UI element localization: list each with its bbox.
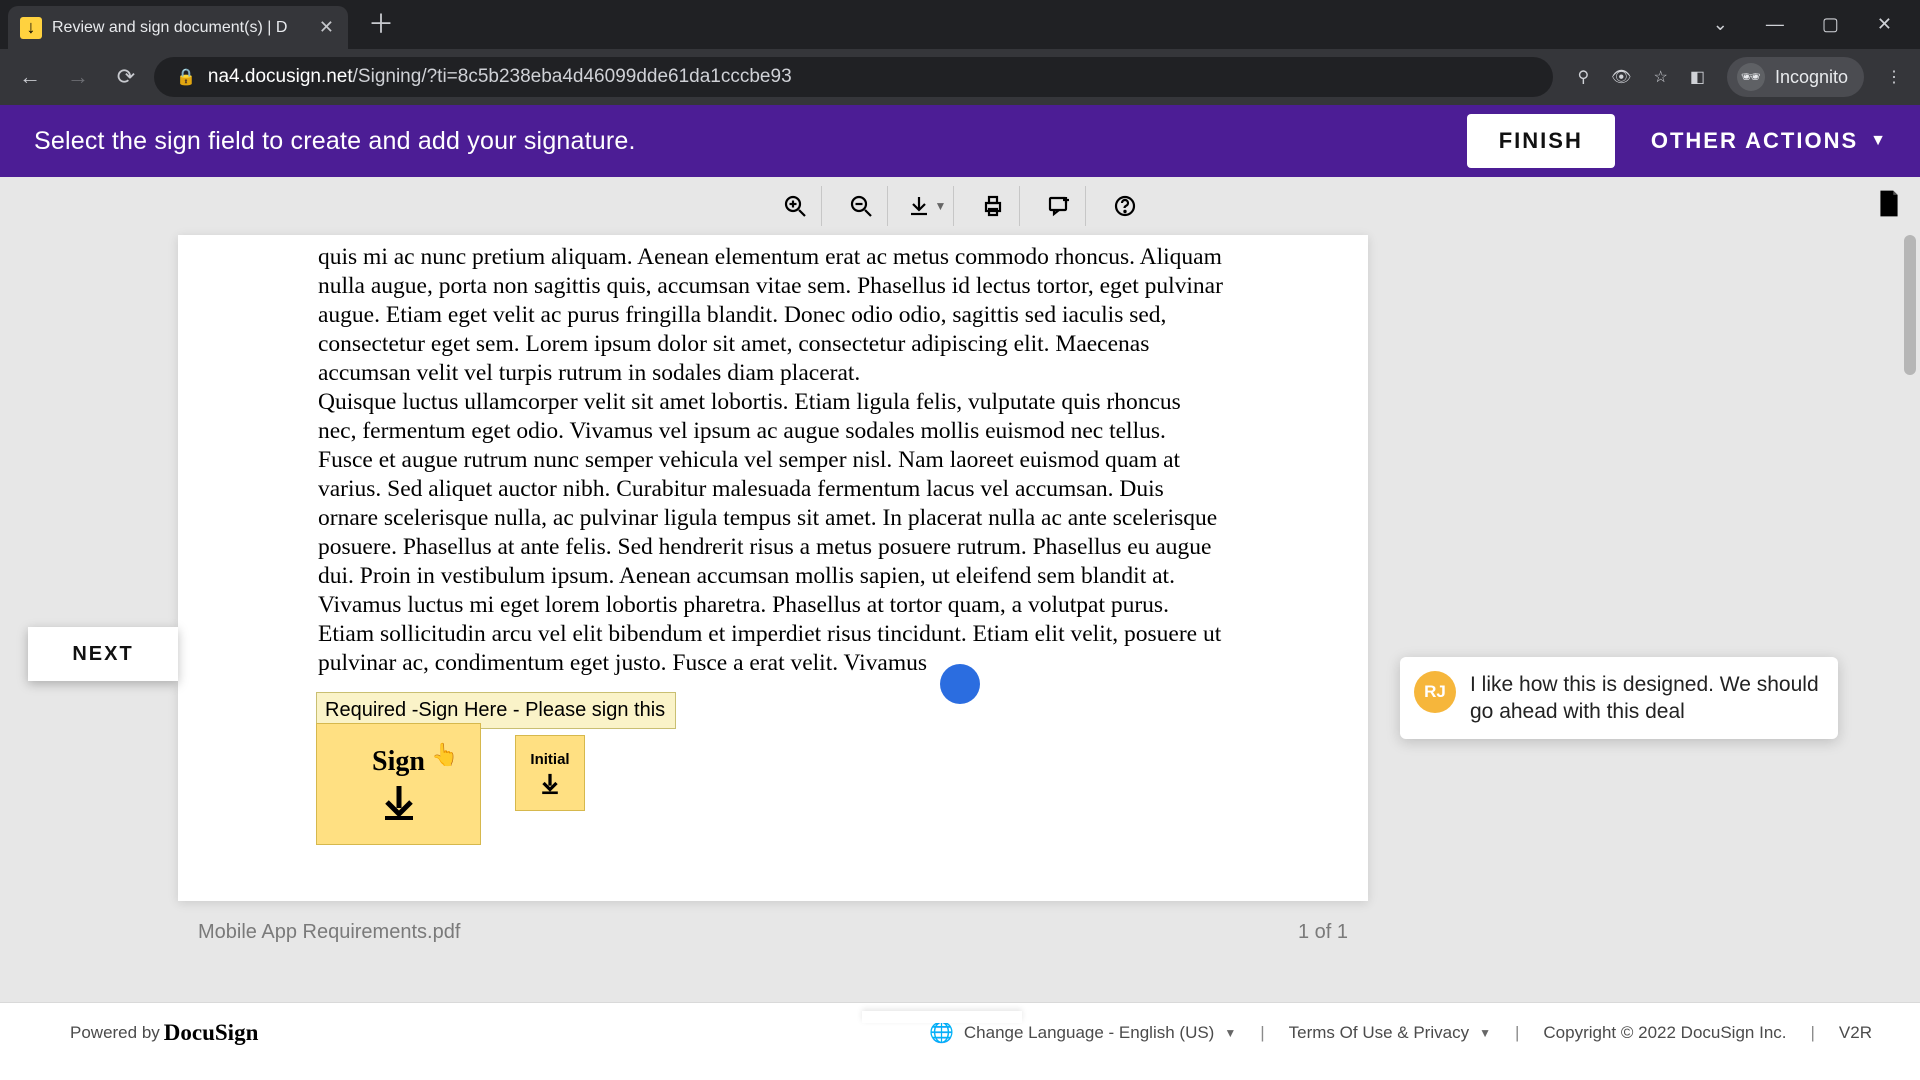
sign-arrow-icon bbox=[379, 782, 419, 822]
other-actions-label: OTHER ACTIONS bbox=[1651, 128, 1858, 154]
comment-icon[interactable] bbox=[1032, 186, 1086, 226]
copyright-label: Copyright © 2022 DocuSign Inc. bbox=[1543, 1023, 1786, 1043]
scrollbar-thumb[interactable] bbox=[1904, 235, 1916, 375]
position-marker bbox=[940, 664, 980, 704]
url-host: na4.docusign.net bbox=[208, 66, 353, 88]
browser-nav-bar: ← → ⟳ 🔒 na4.docusign.net/Signing/?ti=8c5… bbox=[0, 49, 1920, 105]
comment-text: I like how this is designed. We should g… bbox=[1470, 671, 1820, 725]
document-footer: Mobile App Requirements.pdf 1 of 1 bbox=[178, 921, 1368, 944]
action-bar-prompt: Select the sign field to create and add … bbox=[34, 127, 636, 156]
incognito-badge[interactable]: 🕶 Incognito bbox=[1727, 57, 1864, 97]
powered-by: Powered by DocuSign bbox=[70, 1020, 258, 1046]
sign-here-field[interactable]: Sign 👆 bbox=[316, 723, 481, 845]
incognito-label: Incognito bbox=[1775, 67, 1848, 88]
download-icon[interactable]: ▼ bbox=[900, 186, 954, 226]
separator: | bbox=[1805, 1023, 1821, 1043]
pointer-cursor-icon: 👆 bbox=[431, 742, 458, 768]
help-icon[interactable] bbox=[1098, 186, 1152, 226]
next-button[interactable]: NEXT bbox=[28, 627, 178, 681]
comment-avatar: RJ bbox=[1414, 671, 1456, 713]
incognito-icon: 🕶 bbox=[1737, 63, 1765, 91]
chevron-down-icon: ▼ bbox=[1224, 1026, 1236, 1040]
lock-icon: 🔒 bbox=[176, 67, 196, 87]
terms-link[interactable]: Terms Of Use & Privacy ▼ bbox=[1271, 1023, 1509, 1043]
window-controls: ⌄ — ▢ ✕ bbox=[1713, 14, 1920, 49]
next-label: NEXT bbox=[72, 643, 133, 666]
separator: | bbox=[1254, 1023, 1270, 1043]
version-text: V2R bbox=[1821, 1023, 1890, 1043]
language-label: Change Language - English (US) bbox=[964, 1023, 1214, 1043]
powered-by-label: Powered by bbox=[70, 1023, 160, 1043]
document-canvas: quis mi ac nunc pretium aliquam. Aenean … bbox=[0, 235, 1920, 1002]
close-window-icon[interactable]: ✕ bbox=[1877, 14, 1892, 35]
change-language-link[interactable]: 🌐 Change Language - English (US) ▼ bbox=[911, 1020, 1254, 1045]
signing-action-bar: Select the sign field to create and add … bbox=[0, 105, 1920, 177]
bookmark-icon[interactable]: ☆ bbox=[1653, 67, 1667, 87]
browser-tab[interactable]: ↓ Review and sign document(s) | D ✕ bbox=[8, 6, 348, 49]
brand-name: DocuSign bbox=[164, 1020, 259, 1046]
chevron-down-icon: ▼ bbox=[1870, 132, 1888, 150]
panel-icon[interactable]: ◧ bbox=[1690, 67, 1705, 87]
comment-bubble[interactable]: RJ I like how this is designed. We shoul… bbox=[1400, 657, 1838, 739]
other-actions-menu[interactable]: OTHER ACTIONS ▼ bbox=[1651, 128, 1888, 154]
address-bar[interactable]: 🔒 na4.docusign.net/Signing/?ti=8c5b238eb… bbox=[154, 57, 1553, 97]
translate-icon[interactable]: ⚲ bbox=[1577, 67, 1589, 87]
zoom-out-icon[interactable] bbox=[834, 186, 888, 226]
tab-favicon: ↓ bbox=[20, 17, 42, 39]
terms-label: Terms Of Use & Privacy bbox=[1289, 1023, 1469, 1043]
document-filename: Mobile App Requirements.pdf bbox=[198, 921, 460, 944]
tab-title: Review and sign document(s) | D bbox=[52, 19, 309, 37]
print-icon[interactable] bbox=[966, 186, 1020, 226]
finish-button[interactable]: FINISH bbox=[1467, 114, 1615, 168]
url-path: /Signing/?ti=8c5b238eba4d46099dde61da1cc… bbox=[353, 66, 792, 88]
bottom-finish-peek bbox=[862, 1011, 1022, 1023]
globe-icon: 🌐 bbox=[929, 1020, 954, 1045]
reload-button[interactable]: ⟳ bbox=[106, 57, 146, 97]
kebab-menu-icon[interactable]: ⋮ bbox=[1886, 67, 1902, 87]
initial-label: Initial bbox=[530, 751, 569, 768]
forward-button: → bbox=[58, 57, 98, 97]
maximize-icon[interactable]: ▢ bbox=[1822, 14, 1839, 35]
page-indicator: 1 of 1 bbox=[1298, 921, 1348, 944]
close-tab-icon[interactable]: ✕ bbox=[319, 17, 334, 38]
new-tab-button[interactable]: ＋ bbox=[368, 4, 394, 41]
chevron-down-icon: ▼ bbox=[935, 199, 947, 213]
initial-here-field[interactable]: Initial bbox=[515, 735, 585, 811]
sign-label: Sign bbox=[372, 746, 425, 778]
back-button[interactable]: ← bbox=[10, 57, 50, 97]
zoom-in-icon[interactable] bbox=[768, 186, 822, 226]
document-body-text: quis mi ac nunc pretium aliquam. Aenean … bbox=[318, 243, 1223, 678]
document-toolbar: ▼ bbox=[0, 177, 1920, 235]
separator: | bbox=[1509, 1023, 1525, 1043]
tab-search-icon[interactable]: ⌄ bbox=[1713, 14, 1728, 35]
browser-tab-strip: ↓ Review and sign document(s) | D ✕ ＋ ⌄ … bbox=[0, 0, 1920, 49]
copyright-text: Copyright © 2022 DocuSign Inc. bbox=[1525, 1023, 1804, 1043]
page-thumbnails-icon[interactable] bbox=[1876, 189, 1902, 224]
initial-arrow-icon bbox=[537, 770, 563, 796]
vertical-scrollbar[interactable] bbox=[1900, 235, 1920, 1002]
chevron-down-icon: ▼ bbox=[1479, 1026, 1491, 1040]
minimize-icon[interactable]: — bbox=[1766, 14, 1784, 35]
eye-off-icon[interactable]: 👁 bbox=[1611, 67, 1631, 87]
